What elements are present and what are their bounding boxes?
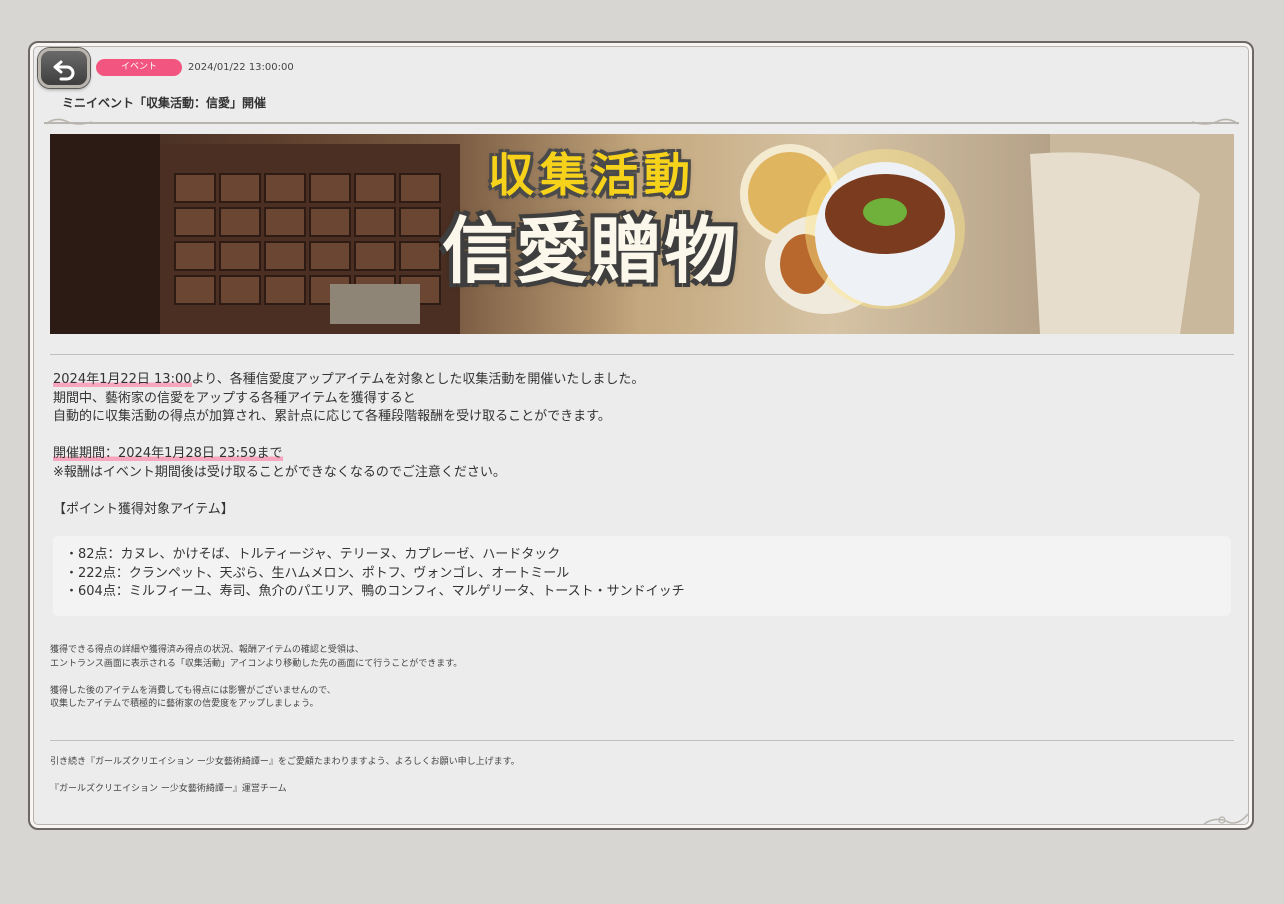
items-box: ・82点：カヌレ、かけそば、トルティージャ、テリーヌ、カプレーゼ、ハードタック …: [53, 536, 1231, 616]
banner-headline-small: 収集活動: [488, 148, 696, 202]
banner-headline-large: 信愛贈物: [441, 209, 738, 293]
period-note: ※報酬はイベント期間後は受け取ることができなくなるのでご注意ください。: [53, 464, 506, 480]
footer-divider: [50, 740, 1234, 741]
title-divider: [44, 122, 1239, 124]
list-item: ・222点：クランペット、天ぷら、生ハムメロン、ポトフ、ヴォンゴレ、オートミール: [65, 565, 570, 581]
ornament-right-icon: [1191, 118, 1239, 125]
footer-signature: 『ガールズクリエイション ー少女藝術綺譚ー』運営チーム: [50, 784, 287, 794]
back-button[interactable]: [38, 48, 90, 88]
footer-line-1: 引き続き『ガールズクリエイション ー少女藝術綺譚ー』をご愛顧たまわりますよう、よ…: [50, 757, 520, 767]
note-line-2: エントランス画面に表示される「収集活動」アイコンより移動した先の画面にて行うこと…: [50, 658, 463, 669]
content-divider: [50, 354, 1234, 355]
body-line-3: 自動的に収集活動の得点が加算され、累計点に応じて各種段階報酬を受け取ることができ…: [53, 409, 611, 424]
period-highlight: 開催期間：2024年1月28日 23:59まで: [53, 446, 283, 461]
body-line-1: 2024年1月22日 13:00より、各種信愛度アップアイテムを対象とした収集活…: [53, 372, 645, 387]
note-line-1: 獲得できる得点の詳細や獲得済み得点の状況、報酬アイテムの確認と受領は、: [50, 645, 364, 655]
items-heading: 【ポイント獲得対象アイテム】: [53, 502, 234, 517]
post-date: 2024/01/22 13:00:00: [188, 62, 294, 73]
list-item: ・82点：カヌレ、かけそば、トルティージャ、テリーヌ、カプレーゼ、ハードタック: [65, 547, 561, 562]
return-arrow-icon: [53, 60, 75, 81]
category-badge: イベント: [96, 59, 182, 76]
start-date-highlight: 2024年1月22日 13:00: [53, 372, 192, 387]
body-line-2: 期間中、藝術家の信愛をアップする各種アイテムを獲得すると: [53, 390, 416, 406]
list-item: ・604点：ミルフィーユ、寿司、魚介のパエリア、鴨のコンフィ、マルゲリータ、トー…: [65, 584, 685, 599]
event-banner: 収集活動 信愛贈物: [50, 134, 1234, 334]
announcement-title: ミニイベント「収集活動：信愛」開催: [62, 96, 267, 110]
note-line-3: 獲得した後のアイテムを消費しても得点には影響がございませんので、: [50, 685, 336, 696]
ornament-corner-icon: [1203, 813, 1249, 825]
period-line: 開催期間：2024年1月28日 23:59まで: [53, 445, 283, 464]
ornament-left-icon: [45, 118, 93, 125]
note-line-4: 収集したアイテムで積極的に藝術家の信愛度をアップしましょう。: [50, 699, 319, 709]
